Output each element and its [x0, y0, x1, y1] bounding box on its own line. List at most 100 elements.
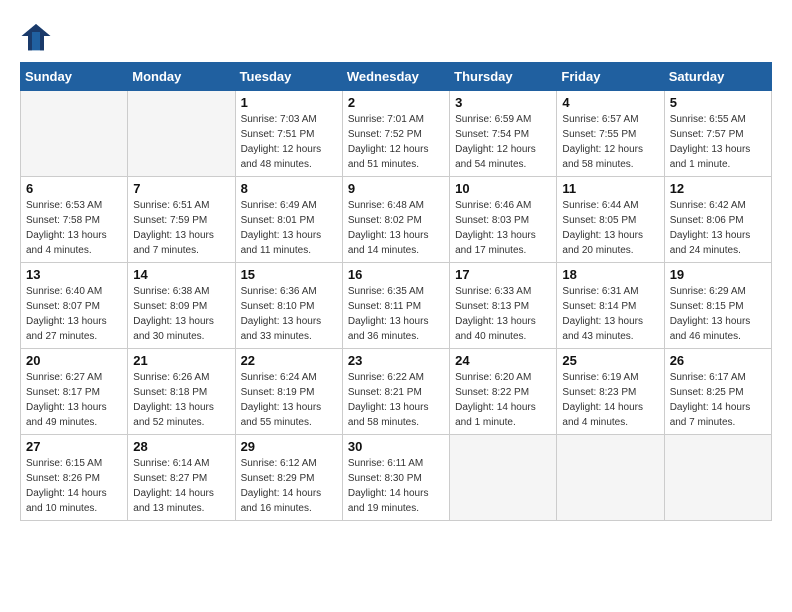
calendar-day-13: 13 Sunrise: 6:40 AM Sunset: 8:07 PM Dayli…: [21, 263, 128, 349]
day-number: 15: [241, 267, 337, 282]
calendar-day-25: 25 Sunrise: 6:19 AM Sunset: 8:23 PM Dayli…: [557, 349, 664, 435]
day-number: 21: [133, 353, 229, 368]
day-info: Sunrise: 6:31 AM Sunset: 8:14 PM Dayligh…: [562, 284, 658, 344]
calendar-day-12: 12 Sunrise: 6:42 AM Sunset: 8:06 PM Dayli…: [664, 177, 771, 263]
day-info: Sunrise: 6:19 AM Sunset: 8:23 PM Dayligh…: [562, 370, 658, 430]
day-info: Sunrise: 6:57 AM Sunset: 7:55 PM Dayligh…: [562, 112, 658, 172]
calendar-header-wednesday: Wednesday: [342, 63, 449, 91]
calendar-header-saturday: Saturday: [664, 63, 771, 91]
day-info: Sunrise: 6:20 AM Sunset: 8:22 PM Dayligh…: [455, 370, 551, 430]
day-number: 25: [562, 353, 658, 368]
day-number: 30: [348, 439, 444, 454]
day-info: Sunrise: 6:38 AM Sunset: 8:09 PM Dayligh…: [133, 284, 229, 344]
logo: [20, 20, 56, 52]
calendar-header-thursday: Thursday: [450, 63, 557, 91]
calendar-day-10: 10Sunrise: 6:46 AM Sunset: 8:03 PM Dayli…: [450, 177, 557, 263]
calendar-day-26: 26Sunrise: 6:17 AM Sunset: 8:25 PM Dayli…: [664, 349, 771, 435]
day-number: 27: [26, 439, 122, 454]
calendar-day-empty: [664, 435, 771, 521]
calendar-day-7: 7 Sunrise: 6:51 AM Sunset: 7:59 PM Daylig…: [128, 177, 235, 263]
day-info: Sunrise: 6:53 AM Sunset: 7:58 PM Dayligh…: [26, 198, 122, 258]
calendar-day-22: 22 Sunrise: 6:24 AM Sunset: 8:19 PM Dayli…: [235, 349, 342, 435]
calendar-header-row: SundayMondayTuesdayWednesdayThursdayFrid…: [21, 63, 772, 91]
calendar-day-30: 30Sunrise: 6:11 AM Sunset: 8:30 PM Dayli…: [342, 435, 449, 521]
day-number: 14: [133, 267, 229, 282]
day-info: Sunrise: 6:26 AM Sunset: 8:18 PM Dayligh…: [133, 370, 229, 430]
calendar-day-27: 27 Sunrise: 6:15 AM Sunset: 8:26 PM Dayli…: [21, 435, 128, 521]
calendar-header-friday: Friday: [557, 63, 664, 91]
day-number: 16: [348, 267, 444, 282]
calendar-header-sunday: Sunday: [21, 63, 128, 91]
calendar-day-4: 4Sunrise: 6:57 AM Sunset: 7:55 PM Daylig…: [557, 91, 664, 177]
calendar-day-17: 17 Sunrise: 6:33 AM Sunset: 8:13 PM Dayli…: [450, 263, 557, 349]
day-info: Sunrise: 7:01 AM Sunset: 7:52 PM Dayligh…: [348, 112, 444, 172]
day-info: Sunrise: 6:48 AM Sunset: 8:02 PM Dayligh…: [348, 198, 444, 258]
calendar-day-14: 14 Sunrise: 6:38 AM Sunset: 8:09 PM Dayli…: [128, 263, 235, 349]
calendar-week-row: 1Sunrise: 7:03 AM Sunset: 7:51 PM Daylig…: [21, 91, 772, 177]
day-number: 7: [133, 181, 229, 196]
day-info: Sunrise: 6:33 AM Sunset: 8:13 PM Dayligh…: [455, 284, 551, 344]
day-info: Sunrise: 6:12 AM Sunset: 8:29 PM Dayligh…: [241, 456, 337, 516]
calendar-day-23: 23 Sunrise: 6:22 AM Sunset: 8:21 PM Dayli…: [342, 349, 449, 435]
day-number: 17: [455, 267, 551, 282]
day-info: Sunrise: 6:22 AM Sunset: 8:21 PM Dayligh…: [348, 370, 444, 430]
calendar-day-9: 9 Sunrise: 6:48 AM Sunset: 8:02 PM Daylig…: [342, 177, 449, 263]
header: [20, 20, 772, 52]
calendar-day-16: 16 Sunrise: 6:35 AM Sunset: 8:11 PM Dayli…: [342, 263, 449, 349]
calendar-day-20: 20 Sunrise: 6:27 AM Sunset: 8:17 PM Dayli…: [21, 349, 128, 435]
day-info: Sunrise: 6:42 AM Sunset: 8:06 PM Dayligh…: [670, 198, 766, 258]
day-info: Sunrise: 6:15 AM Sunset: 8:26 PM Dayligh…: [26, 456, 122, 516]
day-number: 9: [348, 181, 444, 196]
day-info: Sunrise: 6:17 AM Sunset: 8:25 PM Dayligh…: [670, 370, 766, 430]
calendar-week-row: 20 Sunrise: 6:27 AM Sunset: 8:17 PM Dayli…: [21, 349, 772, 435]
calendar-week-row: 13 Sunrise: 6:40 AM Sunset: 8:07 PM Dayli…: [21, 263, 772, 349]
day-info: Sunrise: 6:35 AM Sunset: 8:11 PM Dayligh…: [348, 284, 444, 344]
calendar-day-empty: [128, 91, 235, 177]
day-number: 10: [455, 181, 551, 196]
day-number: 28: [133, 439, 229, 454]
day-info: Sunrise: 6:44 AM Sunset: 8:05 PM Dayligh…: [562, 198, 658, 258]
calendar-day-1: 1Sunrise: 7:03 AM Sunset: 7:51 PM Daylig…: [235, 91, 342, 177]
day-info: Sunrise: 6:59 AM Sunset: 7:54 PM Dayligh…: [455, 112, 551, 172]
day-number: 8: [241, 181, 337, 196]
calendar-day-2: 2 Sunrise: 7:01 AM Sunset: 7:52 PM Daylig…: [342, 91, 449, 177]
calendar-day-21: 21 Sunrise: 6:26 AM Sunset: 8:18 PM Dayli…: [128, 349, 235, 435]
calendar-day-29: 29 Sunrise: 6:12 AM Sunset: 8:29 PM Dayli…: [235, 435, 342, 521]
logo-icon: [20, 20, 52, 52]
day-number: 11: [562, 181, 658, 196]
calendar-week-row: 6 Sunrise: 6:53 AM Sunset: 7:58 PM Daylig…: [21, 177, 772, 263]
day-number: 6: [26, 181, 122, 196]
calendar-day-8: 8Sunrise: 6:49 AM Sunset: 8:01 PM Daylig…: [235, 177, 342, 263]
calendar-day-empty: [450, 435, 557, 521]
day-info: Sunrise: 6:24 AM Sunset: 8:19 PM Dayligh…: [241, 370, 337, 430]
calendar-day-28: 28 Sunrise: 6:14 AM Sunset: 8:27 PM Dayli…: [128, 435, 235, 521]
day-number: 18: [562, 267, 658, 282]
calendar-day-15: 15 Sunrise: 6:36 AM Sunset: 8:10 PM Dayli…: [235, 263, 342, 349]
calendar-day-24: 24Sunrise: 6:20 AM Sunset: 8:22 PM Dayli…: [450, 349, 557, 435]
calendar-day-6: 6 Sunrise: 6:53 AM Sunset: 7:58 PM Daylig…: [21, 177, 128, 263]
day-number: 13: [26, 267, 122, 282]
day-number: 12: [670, 181, 766, 196]
day-info: Sunrise: 6:27 AM Sunset: 8:17 PM Dayligh…: [26, 370, 122, 430]
calendar-header-tuesday: Tuesday: [235, 63, 342, 91]
day-number: 2: [348, 95, 444, 110]
day-info: Sunrise: 6:55 AM Sunset: 7:57 PM Dayligh…: [670, 112, 766, 172]
calendar-day-19: 19Sunrise: 6:29 AM Sunset: 8:15 PM Dayli…: [664, 263, 771, 349]
day-info: Sunrise: 6:14 AM Sunset: 8:27 PM Dayligh…: [133, 456, 229, 516]
day-number: 20: [26, 353, 122, 368]
day-number: 22: [241, 353, 337, 368]
calendar-day-empty: [557, 435, 664, 521]
day-info: Sunrise: 6:40 AM Sunset: 8:07 PM Dayligh…: [26, 284, 122, 344]
calendar-day-18: 18 Sunrise: 6:31 AM Sunset: 8:14 PM Dayli…: [557, 263, 664, 349]
day-info: Sunrise: 7:03 AM Sunset: 7:51 PM Dayligh…: [241, 112, 337, 172]
day-number: 3: [455, 95, 551, 110]
day-number: 5: [670, 95, 766, 110]
day-info: Sunrise: 6:36 AM Sunset: 8:10 PM Dayligh…: [241, 284, 337, 344]
day-info: Sunrise: 6:51 AM Sunset: 7:59 PM Dayligh…: [133, 198, 229, 258]
page: SundayMondayTuesdayWednesdayThursdayFrid…: [0, 0, 792, 531]
day-number: 19: [670, 267, 766, 282]
calendar-day-empty: [21, 91, 128, 177]
calendar: SundayMondayTuesdayWednesdayThursdayFrid…: [20, 62, 772, 521]
day-number: 29: [241, 439, 337, 454]
day-number: 23: [348, 353, 444, 368]
